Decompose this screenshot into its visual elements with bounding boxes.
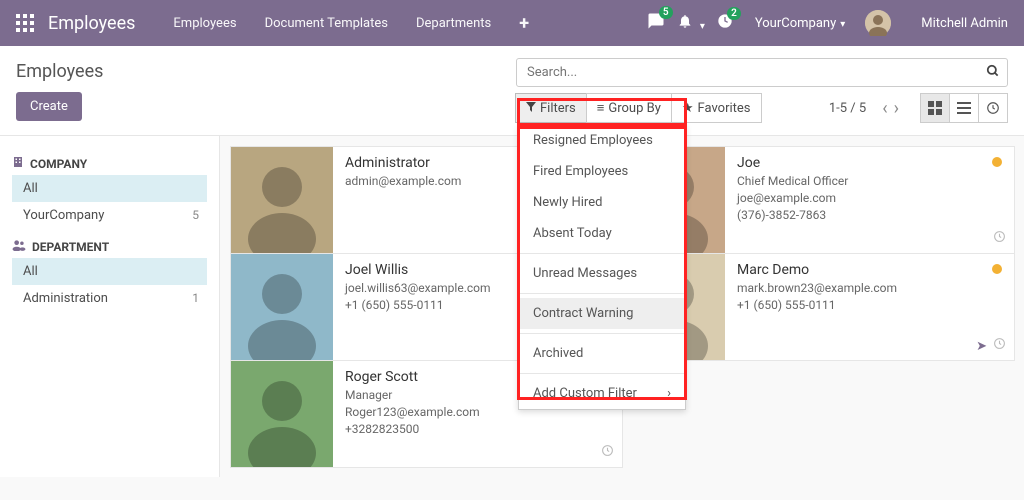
chevron-right-icon: › [667, 386, 671, 401]
employee-name: Marc Demo [737, 262, 1002, 278]
view-kanban[interactable] [920, 93, 950, 123]
top-nav: Employees Employees Document Templates D… [0, 0, 1024, 46]
filter-option[interactable]: Contract Warning [519, 298, 685, 329]
create-button[interactable]: Create [16, 92, 82, 121]
search-input[interactable] [516, 58, 1008, 87]
department-header: DEPARTMENT [12, 239, 207, 254]
sidebar-department-item[interactable]: Administration1 [12, 285, 207, 312]
view-activity[interactable] [978, 93, 1008, 123]
employee-photo [231, 361, 333, 467]
groupby-button[interactable]: ≡ Group By [586, 93, 672, 123]
sidebar: COMPANY AllYourCompany5 DEPARTMENT AllAd… [0, 136, 220, 477]
sidebar-department-item[interactable]: All [12, 258, 207, 285]
activity-icon[interactable] [993, 230, 1006, 247]
filter-option[interactable]: Unread Messages [519, 258, 685, 289]
employee-phone: +1 (650) 555-0111 [737, 298, 1002, 312]
sidebar-company-item[interactable]: YourCompany5 [12, 202, 207, 229]
employee-photo [231, 147, 333, 253]
view-list[interactable] [949, 93, 979, 123]
filter-option[interactable]: Newly Hired [519, 187, 685, 218]
pager-next[interactable]: › [894, 98, 899, 119]
employee-phone: +3282823500 [345, 422, 610, 436]
groupby-label: Group By [608, 101, 661, 116]
app-brand[interactable]: Employees [48, 13, 135, 34]
filters-label: Filters [540, 101, 576, 116]
nav-plus-icon[interactable]: + [519, 13, 529, 34]
filter-option[interactable]: Absent Today [519, 218, 685, 249]
activities-badge: 2 [727, 7, 741, 20]
filter-option[interactable]: Fired Employees [519, 156, 685, 187]
user-name: Mitchell Admin [921, 16, 1008, 31]
filter-option[interactable]: Resigned Employees [519, 125, 685, 156]
filter-dropdown: Resigned EmployeesFired EmployeesNewly H… [518, 124, 686, 410]
notifications-icon[interactable]: ▾ [677, 13, 705, 33]
user-menu[interactable]: Mitchell Admin [921, 16, 1008, 31]
company-switcher[interactable]: YourCompany▾ [755, 16, 845, 31]
employee-email: joe@example.com [737, 191, 1002, 205]
nav-link-document-templates[interactable]: Document Templates [265, 16, 388, 31]
add-custom-filter[interactable]: Add Custom Filter› [519, 378, 685, 409]
activities-icon[interactable]: 2 [717, 13, 733, 33]
control-panel: Employees Create Filters ≡ Group By ★ [0, 46, 1024, 136]
list-icon: ≡ [597, 100, 605, 116]
page-title: Employees [16, 61, 516, 82]
star-icon: ★ [682, 101, 694, 116]
filter-icon [526, 101, 536, 116]
filters-button[interactable]: Filters [515, 93, 587, 123]
employee-name: Joe [737, 155, 1002, 171]
activity-icon[interactable] [601, 444, 614, 461]
apps-icon[interactable] [16, 14, 34, 32]
messaging-icon[interactable]: 5 [647, 12, 665, 34]
building-icon [12, 156, 24, 171]
users-icon [12, 239, 26, 254]
employee-email: mark.brown23@example.com [737, 281, 1002, 295]
employee-photo [231, 254, 333, 360]
filter-option[interactable]: Archived [519, 338, 685, 369]
pager: 1-5 / 5 [829, 101, 866, 116]
employee-phone: (376)-3852-7863 [737, 208, 1002, 222]
activity-icon[interactable]: ➤ [976, 337, 1006, 354]
favorites-label: Favorites [698, 101, 751, 116]
status-dot [992, 264, 1002, 274]
company-name: YourCompany [755, 16, 836, 31]
messaging-badge: 5 [659, 6, 673, 19]
pager-prev[interactable]: ‹ [882, 98, 887, 119]
nav-link-departments[interactable]: Departments [416, 16, 491, 31]
favorites-button[interactable]: ★ Favorites [671, 93, 762, 123]
search-icon[interactable] [986, 63, 1000, 82]
status-dot [992, 157, 1002, 167]
company-header: COMPANY [12, 156, 207, 171]
avatar[interactable] [865, 10, 891, 36]
sidebar-company-item[interactable]: All [12, 175, 207, 202]
caret-down-icon: ▾ [700, 21, 705, 32]
nav-link-employees[interactable]: Employees [173, 16, 236, 31]
employee-job-title: Chief Medical Officer [737, 174, 1002, 188]
